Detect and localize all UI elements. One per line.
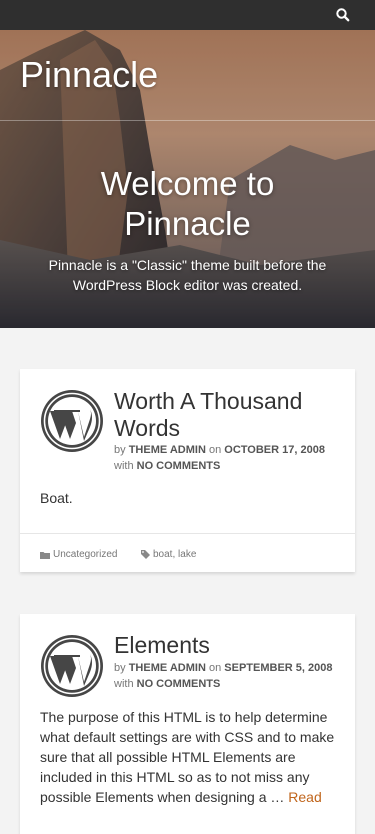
post-category: Uncategorized: [40, 549, 117, 560]
hero-heading: Welcome to Pinnacle: [100, 165, 275, 242]
tag-link-lake[interactable]: lake: [178, 549, 196, 560]
meta-on-label: on: [208, 662, 222, 674]
post-tags: boat, lake: [141, 549, 196, 560]
post-footer: Uncategorized boat, lake: [20, 533, 355, 572]
post-date-link[interactable]: SEPTEMBER 5, 2008: [224, 662, 332, 674]
post-excerpt: Boat.: [40, 490, 73, 506]
folder-icon: [40, 551, 50, 559]
post-card: Elements by THEME ADMIN on SEPTEMBER 5, …: [20, 614, 355, 834]
category-link-uncategorized[interactable]: Uncategorized: [53, 549, 117, 560]
top-bar: [0, 0, 375, 30]
site-title[interactable]: Pinnacle: [20, 54, 158, 96]
post-card: Worth A Thousand Words by THEME ADMIN on…: [20, 369, 355, 572]
post-date-link[interactable]: OCTOBER 17, 2008: [224, 444, 325, 456]
post-comments-link[interactable]: NO COMMENTS: [137, 460, 221, 472]
post-title[interactable]: Elements: [114, 632, 339, 659]
post-author-link[interactable]: THEME ADMIN: [129, 444, 206, 456]
post-meta: by THEME ADMIN on OCTOBER 17, 2008 with …: [114, 442, 345, 474]
meta-with-label: with: [114, 678, 134, 690]
hero-divider: [0, 120, 375, 121]
tag-icon: [141, 550, 150, 559]
search-icon: [336, 8, 350, 22]
meta-by-label: by: [114, 662, 126, 674]
author-avatar-wordpress-icon[interactable]: [40, 389, 104, 453]
read-more-link[interactable]: Read: [288, 789, 321, 805]
meta-on-label: on: [208, 444, 222, 456]
author-avatar-wordpress-icon[interactable]: [40, 634, 104, 698]
post-author-link[interactable]: THEME ADMIN: [129, 662, 206, 674]
hero-description: Pinnacle is a "Classic" theme built befo…: [48, 257, 327, 293]
post-comments-link[interactable]: NO COMMENTS: [137, 678, 221, 690]
post-excerpt: The purpose of this HTML is to help dete…: [40, 707, 337, 807]
meta-by-label: by: [114, 444, 126, 456]
post-meta: by THEME ADMIN on SEPTEMBER 5, 2008 with…: [114, 660, 345, 692]
hero-banner: Pinnacle Welcome to Pinnacle Pinnacle is…: [0, 30, 375, 328]
tag-link-boat[interactable]: boat: [153, 549, 172, 560]
post-title[interactable]: Worth A Thousand Words: [114, 388, 339, 442]
search-button[interactable]: [335, 7, 351, 23]
meta-with-label: with: [114, 460, 134, 472]
